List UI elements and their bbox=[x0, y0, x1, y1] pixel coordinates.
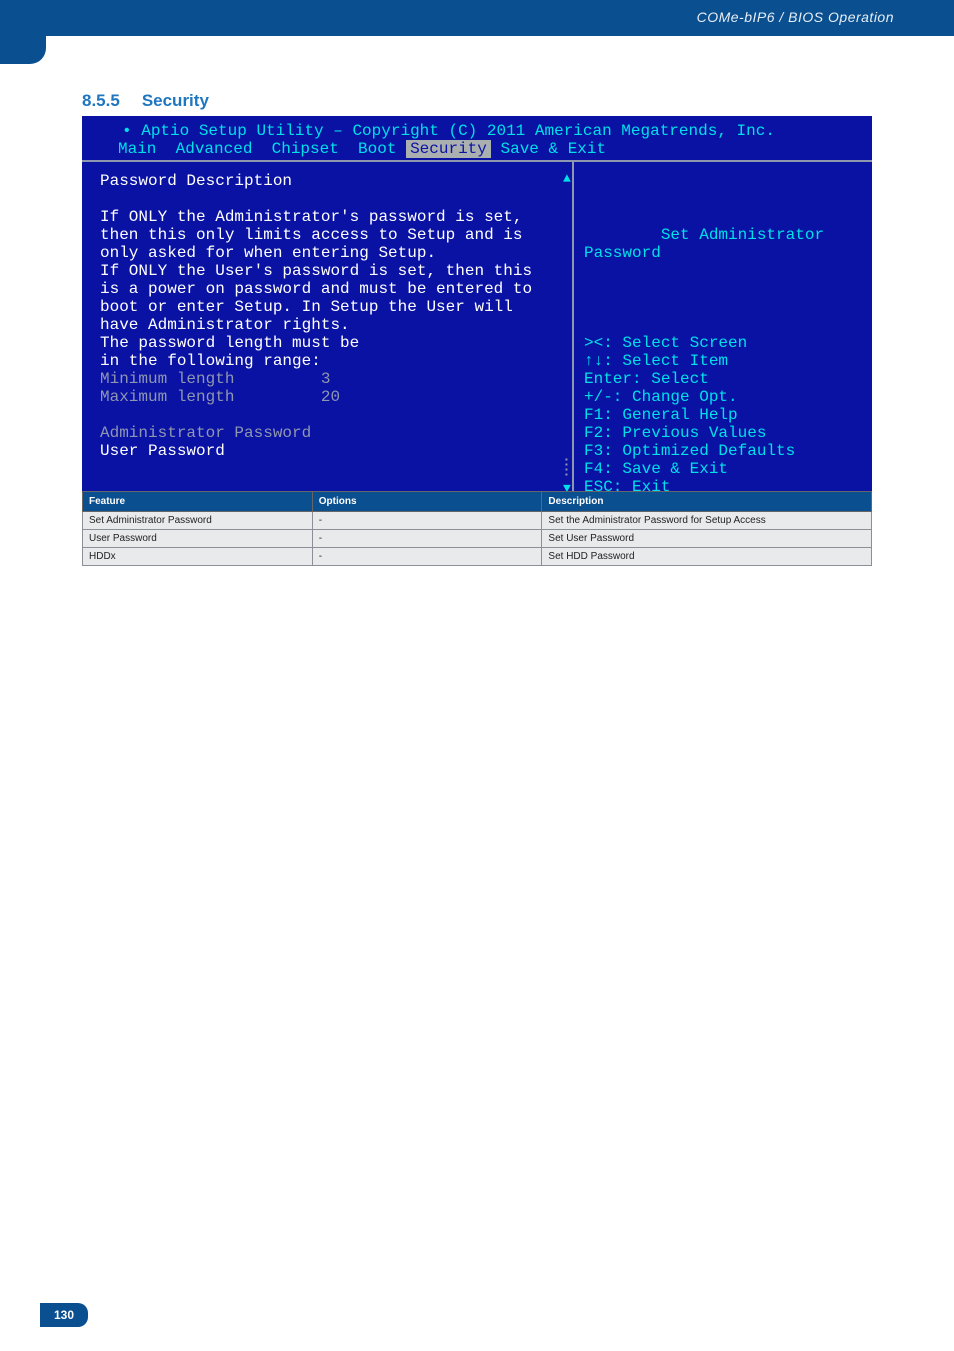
pwd-desc-body: If ONLY the Administrator's password is … bbox=[100, 208, 532, 370]
page: COMe-bIP6 / BIOS Operation 8.5.5 Security… bbox=[0, 0, 954, 1351]
bios-left-pane: Password Description If ONLY the Adminis… bbox=[82, 162, 572, 502]
feature-table: Feature Options Description Set Administ… bbox=[82, 491, 872, 566]
bios-menubar: Main Advanced Chipset Boot Security Save… bbox=[82, 140, 872, 158]
cell-description: Set HDD Password bbox=[542, 548, 872, 566]
max-length-value: 20 bbox=[321, 388, 340, 406]
min-length-value: 3 bbox=[321, 370, 331, 388]
tab-chipset[interactable]: Chipset bbox=[272, 140, 339, 158]
header-curve bbox=[0, 0, 46, 64]
cell-feature: Set Administrator Password bbox=[83, 512, 313, 530]
bios-title: • Aptio Setup Utility – Copyright (C) 20… bbox=[82, 122, 872, 140]
section-heading: 8.5.5 Security bbox=[82, 91, 209, 111]
max-length-label: Maximum length bbox=[100, 388, 234, 406]
bios-right-pane: ▲ ▪▪▪▪ ▼Set Administrator Password ><: S… bbox=[572, 162, 872, 502]
cell-options: - bbox=[312, 548, 542, 566]
table-row: HDDx - Set HDD Password bbox=[83, 548, 872, 566]
page-number: 130 bbox=[40, 1303, 88, 1327]
cell-options: - bbox=[312, 530, 542, 548]
table-header-row: Feature Options Description bbox=[83, 492, 872, 512]
item-admin-password[interactable]: Administrator Password bbox=[100, 424, 311, 442]
bios-title-text: Aptio Setup Utility – Copyright (C) 2011… bbox=[141, 122, 775, 140]
min-length-label: Minimum length bbox=[100, 370, 234, 388]
tab-save-exit[interactable]: Save & Exit bbox=[500, 140, 606, 158]
cell-feature: HDDx bbox=[83, 548, 313, 566]
bios-screenshot: • Aptio Setup Utility – Copyright (C) 20… bbox=[82, 116, 872, 536]
section-number: 8.5.5 bbox=[82, 91, 120, 111]
cell-description: Set the Administrator Password for Setup… bbox=[542, 512, 872, 530]
cell-feature: User Password bbox=[83, 530, 313, 548]
item-user-password[interactable]: User Password bbox=[100, 442, 225, 460]
section-title: Security bbox=[142, 91, 209, 110]
table-row: Set Administrator Password - Set the Adm… bbox=[83, 512, 872, 530]
header-breadcrumb: COMe-bIP6 / BIOS Operation bbox=[697, 9, 894, 25]
tab-advanced[interactable]: Advanced bbox=[176, 140, 253, 158]
tab-main[interactable]: Main bbox=[118, 140, 156, 158]
key-hints: ><: Select Screen ↑↓: Select Item Enter:… bbox=[584, 334, 795, 496]
cell-description: Set User Password bbox=[542, 530, 872, 548]
tab-boot[interactable]: Boot bbox=[358, 140, 396, 158]
bios-body: Password Description If ONLY the Adminis… bbox=[82, 160, 872, 504]
scroll-dots-icon: ▪▪▪▪ bbox=[564, 458, 569, 478]
tab-security[interactable]: Security bbox=[406, 140, 491, 158]
bios-top: • Aptio Setup Utility – Copyright (C) 20… bbox=[82, 116, 872, 160]
table-row: User Password - Set User Password bbox=[83, 530, 872, 548]
th-options: Options bbox=[312, 492, 542, 512]
th-feature: Feature bbox=[83, 492, 313, 512]
th-description: Description bbox=[542, 492, 872, 512]
item-help-text: Set Administrator Password bbox=[584, 226, 824, 262]
pwd-desc-heading: Password Description bbox=[100, 172, 292, 190]
scroll-up-icon[interactable]: ▲ bbox=[563, 170, 571, 188]
cell-options: - bbox=[312, 512, 542, 530]
